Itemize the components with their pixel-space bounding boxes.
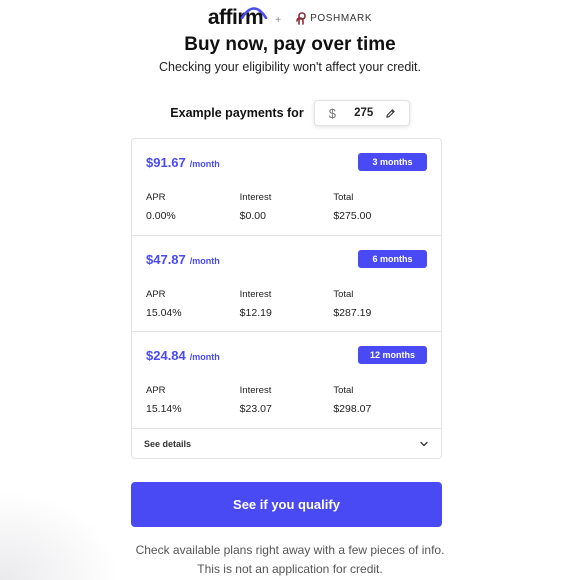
total-label: Total: [333, 288, 354, 300]
affirm-arc-icon: [240, 7, 268, 19]
total-column: Total $287.19: [333, 289, 427, 319]
pencil-icon[interactable]: [385, 107, 397, 119]
plus-sign: +: [275, 14, 282, 26]
interest-value: $23.07: [239, 403, 272, 415]
interest-value: $0.00: [239, 210, 266, 222]
apr-column: APR 0.00%: [146, 192, 240, 222]
per-month-label: /month: [189, 159, 220, 169]
apr-value: 0.00%: [146, 210, 176, 222]
interest-column: Interest $0.00: [240, 192, 334, 222]
apr-value: 15.14%: [146, 403, 182, 415]
plan-monthly-payment: $91.67 /month: [146, 155, 220, 170]
interest-value: $12.19: [239, 306, 272, 319]
term-badge: 6 months: [358, 249, 427, 268]
amount-input[interactable]: $ 275: [313, 100, 410, 126]
affirm-logo: affirm: [208, 2, 268, 32]
interest-label: Interest: [239, 192, 272, 203]
see-if-you-qualify-button[interactable]: See if you qualify: [131, 482, 442, 527]
amount-value[interactable]: 275: [343, 107, 385, 119]
plan-monthly-payment: $24.84 /month: [146, 348, 220, 363]
interest-column: Interest $23.07: [240, 385, 334, 415]
monthly-payment-value: $47.87: [146, 251, 186, 267]
interest-column: Interest $12.19: [240, 289, 334, 319]
apr-value: 15.04%: [146, 306, 182, 319]
plan-option-3-months[interactable]: $91.67 /month 3 months APR 0.00% Interes…: [132, 139, 441, 236]
interest-label: Interest: [239, 385, 272, 396]
plan-details: APR 0.00% Interest $0.00 Total $275.00: [146, 192, 427, 222]
plan-option-6-months[interactable]: $47.87 /month 6 months APR 15.04% Intere…: [132, 236, 441, 332]
currency-symbol: $: [328, 105, 336, 121]
plan-option-12-months[interactable]: $24.84 /month 12 months APR 15.14% Inter…: [132, 332, 441, 429]
apr-label: APR: [146, 288, 166, 300]
per-month-label: /month: [189, 352, 220, 362]
term-badge: 3 months: [358, 153, 427, 171]
footer-disclaimer: Check available plans right away with a …: [0, 541, 580, 579]
chevron-down-icon[interactable]: [419, 439, 429, 449]
poshmark-logo: POSHMARK: [295, 9, 372, 25]
monthly-payment-value: $91.67: [146, 155, 186, 170]
plan-details: APR 15.14% Interest $23.07 Total $298.07: [146, 385, 427, 415]
see-details-label: See details: [144, 438, 192, 449]
interest-label: Interest: [239, 288, 272, 300]
poshmark-logo-icon: [296, 12, 306, 25]
total-value: $287.19: [333, 306, 372, 319]
plan-details: APR 15.04% Interest $12.19 Total $287.19: [146, 289, 427, 319]
total-column: Total $298.07: [333, 385, 427, 415]
total-value: $298.07: [333, 403, 372, 415]
example-payments-label: Example payments for: [170, 106, 304, 120]
page-subtitle: Checking your eligibility won't affect y…: [159, 60, 421, 74]
see-details-toggle[interactable]: See details: [132, 429, 441, 459]
footer-line-1: Check available plans right away with a …: [135, 543, 445, 557]
payment-plans-card: $91.67 /month 3 months APR 0.00% Interes…: [131, 138, 442, 459]
header-logos: affirm + POSHMARK: [0, 2, 580, 32]
footer-line-2: This is not an application for credit.: [197, 562, 383, 576]
plan-monthly-payment: $47.87 /month: [146, 252, 220, 267]
poshmark-logo-text: POSHMARK: [310, 13, 373, 24]
total-label: Total: [333, 192, 354, 203]
apr-label: APR: [146, 192, 166, 203]
page-title: Buy now, pay over time: [184, 34, 396, 55]
example-payments-row: Example payments for $ 275: [0, 100, 580, 126]
monthly-payment-value: $24.84: [146, 348, 186, 363]
apr-label: APR: [146, 385, 166, 396]
term-badge: 12 months: [358, 346, 427, 364]
total-value: $275.00: [333, 210, 372, 222]
apr-column: APR 15.04%: [146, 289, 240, 319]
apr-column: APR 15.14%: [146, 385, 240, 415]
per-month-label: /month: [189, 255, 220, 266]
total-column: Total $275.00: [333, 192, 427, 222]
total-label: Total: [333, 385, 354, 396]
